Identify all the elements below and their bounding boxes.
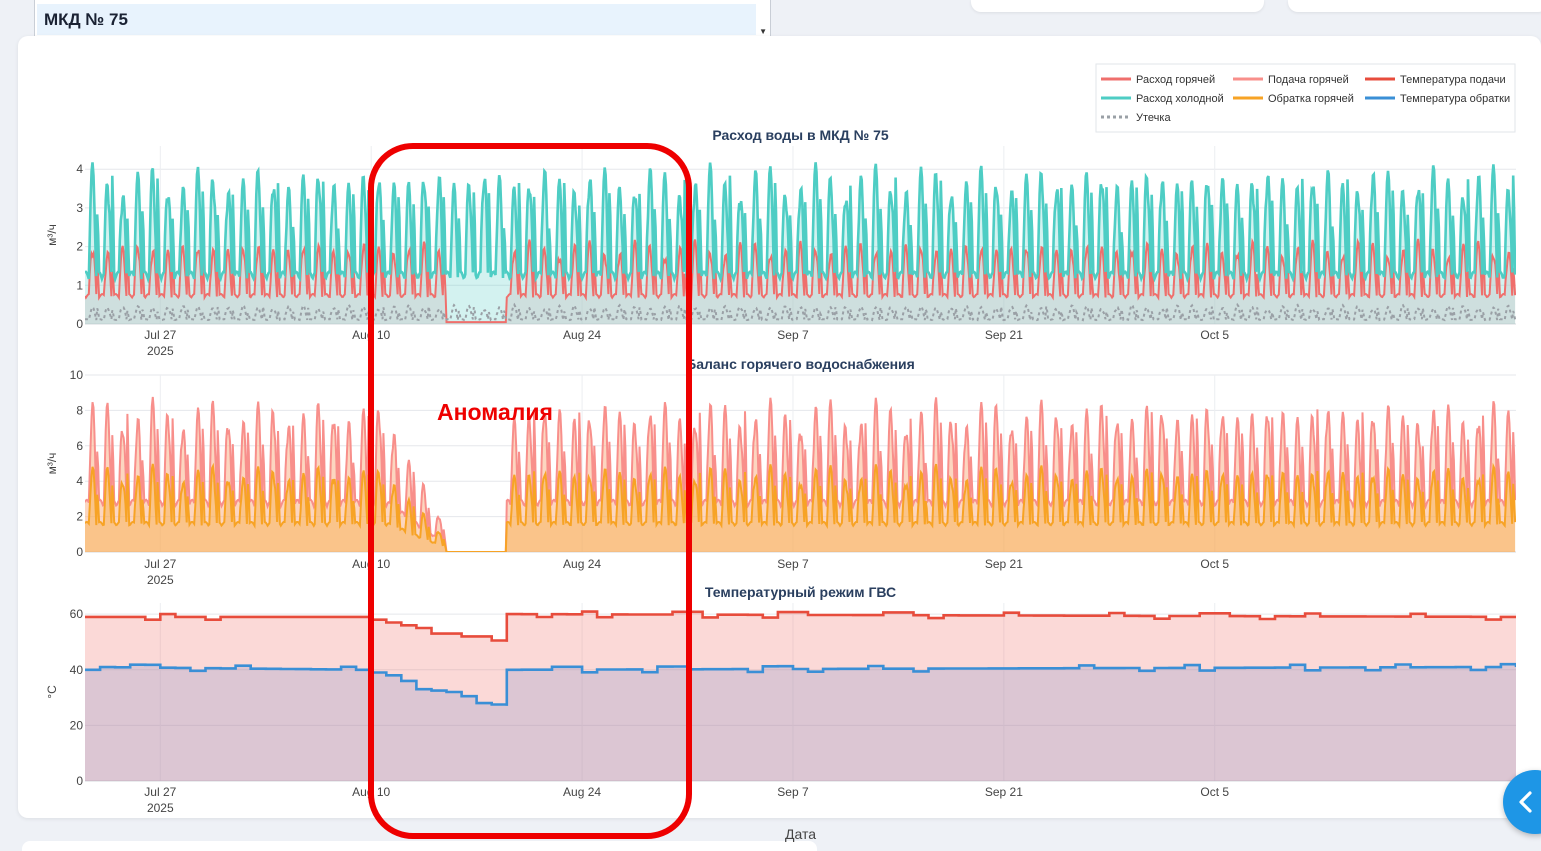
chevron-left-icon — [1519, 791, 1532, 813]
y-tick-label: 6 — [76, 439, 83, 453]
y-tick-label: 60 — [70, 607, 84, 621]
x-tick-label: Oct 5 — [1200, 328, 1229, 342]
x-tick-year: 2025 — [147, 573, 174, 587]
x-tick-year: 2025 — [147, 344, 174, 358]
y-tick-label: 1 — [76, 278, 83, 292]
x-tick-label: Sep 21 — [985, 328, 1023, 342]
chart-title: Баланс горячего водоснабжения — [686, 356, 915, 372]
x-tick-label: Aug 24 — [563, 557, 601, 571]
x-tick-label: Oct 5 — [1200, 557, 1229, 571]
return-temp-area — [85, 664, 1516, 781]
x-tick-label: Oct 5 — [1200, 785, 1229, 799]
anomaly-label: Аномалия — [437, 399, 553, 425]
y-tick-label: 4 — [76, 474, 83, 488]
legend-label: Температура подачи — [1400, 74, 1506, 86]
chart-title: Расход воды в МКД № 75 — [712, 127, 888, 143]
x-tick-label: Sep 21 — [985, 557, 1023, 571]
y-tick-label: 10 — [70, 368, 84, 382]
y-tick-label: 0 — [76, 317, 83, 331]
x-tick-label: Aug 24 — [563, 328, 601, 342]
x-tick-label: Jul 27 — [144, 557, 176, 571]
y-tick-label: 3 — [76, 201, 83, 215]
series-group — [85, 162, 1516, 324]
y-tick-label: 8 — [76, 403, 83, 417]
x-tick-label: Sep 7 — [777, 328, 809, 342]
y-axis-label: °C — [45, 685, 59, 699]
series-group — [85, 396, 1516, 552]
legend-label: Расход горячей — [1136, 74, 1215, 86]
chart-title: Температурный режим ГВС — [705, 584, 896, 600]
x-tick-year: 2025 — [147, 801, 174, 815]
x-tick-label: Aug 24 — [563, 785, 601, 799]
y-tick-label: 20 — [70, 718, 84, 732]
charts-canvas: Расход воды в МКД № 7501234Jul 27 Aug 10 A… — [45, 63, 1516, 842]
x-tick-label: Sep 7 — [777, 557, 809, 571]
x-tick-label: Sep 21 — [985, 785, 1023, 799]
legend-label: Температура обратки — [1400, 93, 1510, 105]
y-tick-label: 2 — [76, 240, 83, 254]
y-axis-label: м³/ч — [45, 453, 59, 475]
legend-label: Расход холодной — [1136, 93, 1224, 105]
series-group — [85, 610, 1516, 781]
y-axis-label: м³/ч — [45, 224, 59, 246]
legend-label: Утечка — [1136, 112, 1171, 124]
legend-label: Подача горячей — [1268, 74, 1349, 86]
legend-label: Обратка горячей — [1268, 93, 1354, 105]
y-tick-label: 40 — [70, 663, 84, 677]
x-tick-label: Jul 27 — [144, 328, 176, 342]
y-tick-label: 2 — [76, 510, 83, 524]
y-tick-label: 0 — [76, 774, 83, 788]
x-tick-label: Sep 7 — [777, 785, 809, 799]
y-tick-label: 0 — [76, 545, 83, 559]
x-axis-title: Дата — [785, 826, 816, 842]
y-tick-label: 4 — [76, 162, 83, 176]
x-tick-label: Jul 27 — [144, 785, 176, 799]
